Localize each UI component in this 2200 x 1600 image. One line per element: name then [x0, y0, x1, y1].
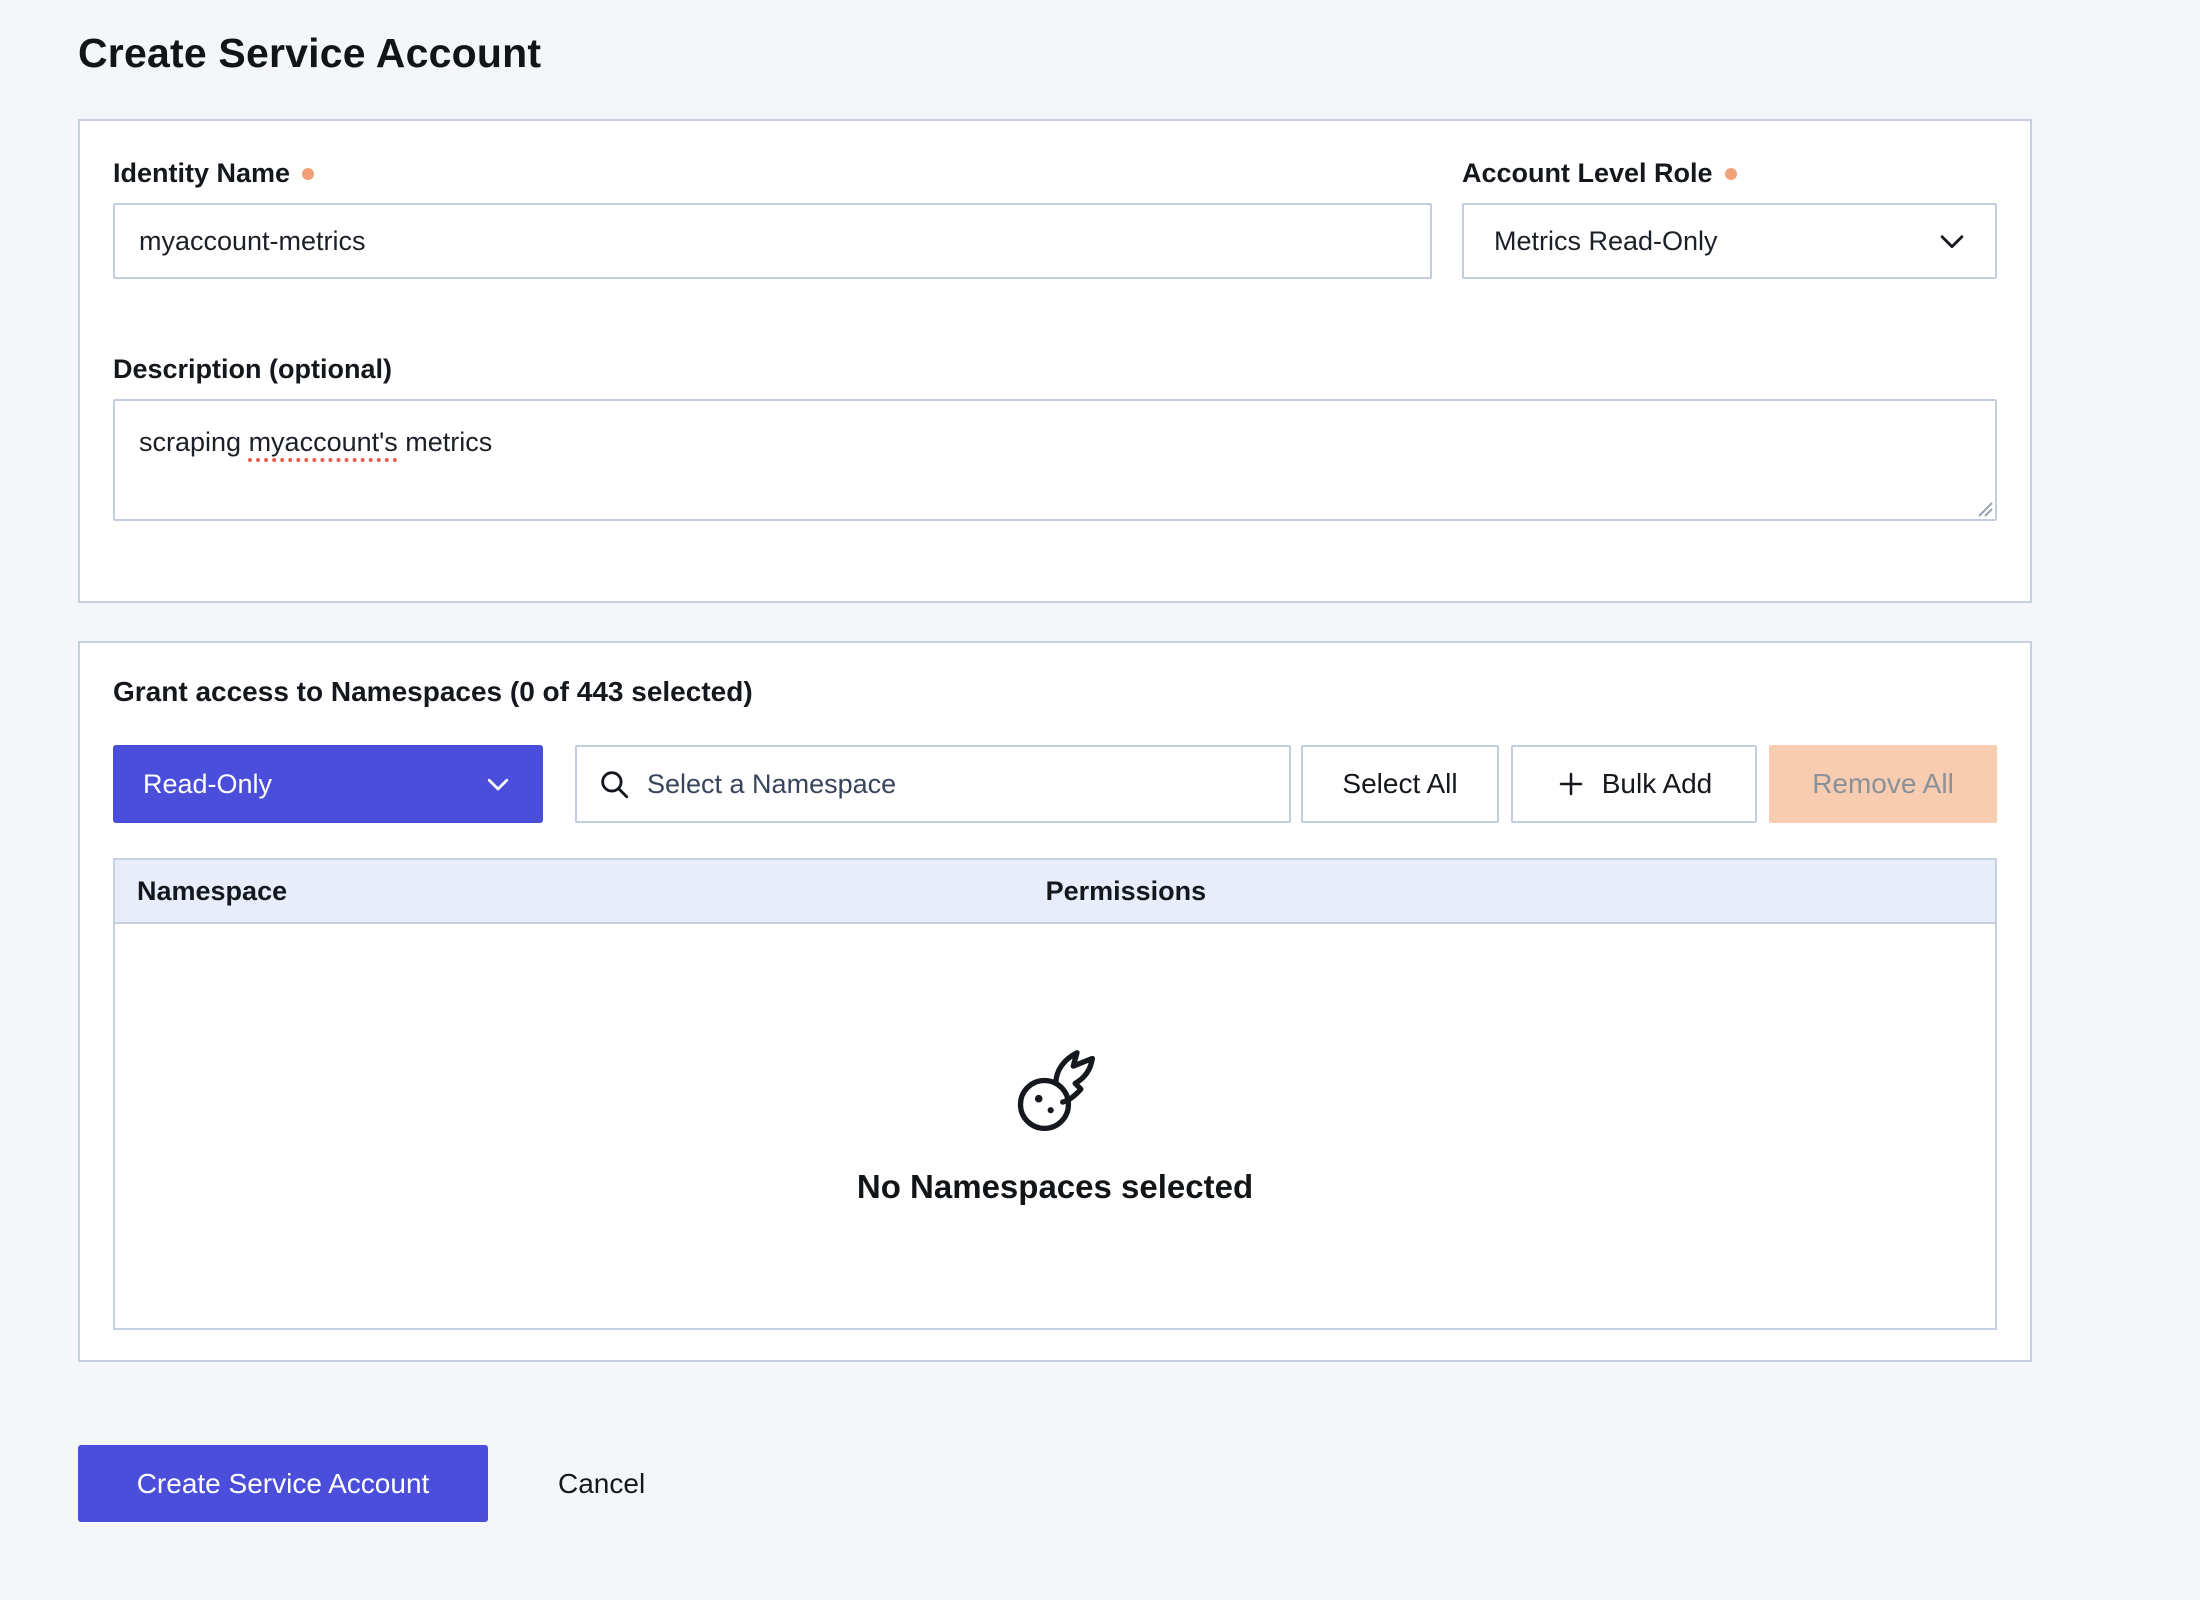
page-title: Create Service Account: [78, 30, 2032, 77]
footer-actions: Create Service Account Cancel: [78, 1445, 2032, 1522]
bulk-add-button[interactable]: Bulk Add: [1511, 745, 1757, 823]
account-level-role-field: Account Level Role Metrics Read-Only: [1462, 157, 1997, 279]
create-service-account-button[interactable]: Create Service Account: [78, 1445, 488, 1522]
namespaces-heading: Grant access to Namespaces (0 of 443 sel…: [113, 676, 1997, 708]
identity-name-field: Identity Name: [113, 157, 1432, 279]
plus-icon: [1556, 769, 1586, 799]
comet-icon: [1009, 1046, 1101, 1138]
description-textarea[interactable]: scraping myaccount's metrics: [113, 399, 1997, 521]
namespaces-controls: Read-Only Select All: [113, 745, 1997, 823]
misspelled-word: myaccount's: [249, 427, 398, 457]
account-level-role-select[interactable]: Metrics Read-Only: [1462, 203, 1997, 279]
permission-role-dropdown[interactable]: Read-Only: [113, 745, 543, 823]
namespace-search-box: [575, 745, 1291, 823]
namespace-search-input[interactable]: [647, 769, 1269, 800]
chevron-down-icon: [1935, 224, 1969, 258]
namespaces-card: Grant access to Namespaces (0 of 443 sel…: [78, 641, 2032, 1362]
identity-name-label: Identity Name: [113, 157, 1432, 189]
search-icon: [597, 767, 631, 801]
namespaces-table-header: Namespace Permissions: [115, 860, 1995, 924]
namespaces-empty-state: No Namespaces selected: [115, 924, 1995, 1328]
resize-handle-icon[interactable]: [1975, 499, 1993, 517]
empty-state-message: No Namespaces selected: [857, 1168, 1253, 1206]
create-service-account-page: Create Service Account Identity Name Acc…: [0, 0, 2200, 1600]
account-level-role-label: Account Level Role: [1462, 157, 1997, 189]
identity-name-input[interactable]: [113, 203, 1432, 279]
account-level-role-value: Metrics Read-Only: [1494, 226, 1718, 257]
required-indicator: [302, 168, 314, 180]
required-indicator: [1725, 168, 1737, 180]
permission-role-value: Read-Only: [143, 769, 272, 800]
chevron-down-icon: [483, 769, 513, 799]
select-all-button[interactable]: Select All: [1301, 745, 1499, 823]
description-field: Description (optional) scraping myaccoun…: [113, 353, 1997, 521]
namespaces-table: Namespace Permissions No Namespaces sele…: [113, 858, 1997, 1330]
service-account-form-card: Identity Name Account Level Role Metrics…: [78, 119, 2032, 603]
column-header-permissions: Permissions: [1046, 876, 1995, 907]
description-label: Description (optional): [113, 353, 1997, 385]
remove-all-button[interactable]: Remove All: [1769, 745, 1997, 823]
cancel-button[interactable]: Cancel: [558, 1468, 645, 1500]
column-header-namespace: Namespace: [115, 876, 1046, 907]
